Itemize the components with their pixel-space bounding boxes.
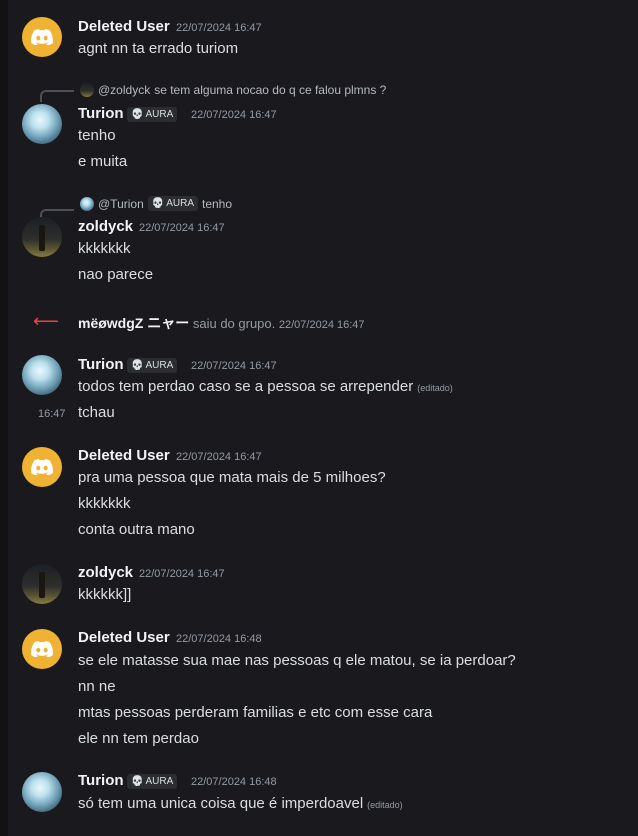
discord-logo-icon (31, 641, 53, 657)
message-author[interactable]: Turion (78, 772, 124, 789)
message-timestamp: 22/07/2024 16:47 (176, 451, 262, 463)
skull-icon: 💀 (131, 776, 144, 787)
discord-logo-icon (31, 459, 53, 475)
avatar[interactable] (22, 772, 62, 812)
message-text: só tem uma unica coisa que é imperdoavel… (78, 795, 403, 812)
skull-icon: 💀 (131, 109, 144, 120)
skull-icon: 💀 (151, 198, 165, 209)
message-author[interactable]: zoldyck (78, 564, 133, 581)
discord-logo-icon (31, 29, 53, 45)
reply-connector (40, 90, 74, 102)
message-author[interactable]: Turion (78, 105, 124, 122)
avatar[interactable] (22, 447, 62, 487)
system-user[interactable]: mëøwdgZ ニャー (78, 315, 189, 331)
system-message: mëøwdgZ ニャー saiu do grupo. 22/07/2024 16… (78, 313, 365, 333)
reply-preview[interactable]: @Turion 💀 AURA tenho (80, 196, 232, 211)
message-text: tenho (78, 127, 116, 144)
message-timestamp: 22/07/2024 16:47 (139, 568, 225, 580)
reply-preview[interactable]: @zoldyck se tem alguma nocao do q ce fal… (80, 83, 386, 97)
message-text: kkkkkkk (78, 240, 131, 257)
message-timestamp: 22/07/2024 16:47 (191, 360, 277, 372)
message-text: e muita (78, 153, 128, 170)
avatar[interactable] (22, 104, 62, 144)
avatar[interactable] (22, 217, 62, 257)
message-author[interactable]: zoldyck (78, 218, 133, 235)
message-author[interactable]: Deleted User (78, 447, 170, 464)
reply-text: tenho (202, 196, 233, 211)
role-badge[interactable]: 💀 AURA (147, 196, 198, 211)
message-text: todos tem perdao caso se a pessoa se arr… (78, 378, 453, 395)
role-badge[interactable]: 💀 AURA (127, 358, 178, 373)
message-text: se ele matasse sua mae nas pessoas q ele… (78, 652, 516, 669)
avatar[interactable] (22, 355, 62, 395)
system-action: saiu do grupo. (192, 316, 276, 331)
message-text: nn ne (78, 678, 116, 695)
badge-label: AURA (145, 776, 174, 787)
message-text-content: só tem uma unica coisa que é imperdoavel (78, 795, 364, 812)
reply-text: se tem alguma nocao do q ce falou plmns … (154, 83, 387, 97)
message-author[interactable]: Deleted User (78, 629, 170, 646)
message-text: tchau (78, 404, 115, 421)
message-timestamp: 22/07/2024 16:48 (176, 633, 262, 645)
system-timestamp: 22/07/2024 16:47 (278, 319, 365, 331)
message-text: agnt nn ta errado turiom (78, 40, 239, 57)
message-timestamp: 22/07/2024 16:47 (139, 222, 225, 234)
reply-author: @zoldyck (98, 83, 151, 97)
reply-author: @Turion (98, 196, 144, 211)
message-text: ele nn tem perdao (78, 730, 199, 747)
badge-label: AURA (145, 109, 174, 120)
message-text: kkkkkkk (78, 495, 131, 512)
message-author[interactable]: Turion (78, 356, 124, 373)
badge-label: AURA (145, 360, 174, 371)
message-timestamp: 22/07/2024 16:48 (191, 776, 277, 788)
message-text-content: todos tem perdao caso se a pessoa se arr… (78, 378, 414, 395)
left-edge-strip (0, 0, 8, 836)
edited-label: (editado) (367, 800, 403, 810)
badge-label: AURA (166, 198, 194, 209)
avatar[interactable] (22, 564, 62, 604)
message-text: pra uma pessoa que mata mais de 5 milhoe… (78, 469, 386, 486)
edited-label: (editado) (417, 383, 453, 393)
skull-icon: 💀 (131, 360, 144, 371)
message-text: nao parece (78, 266, 154, 283)
message-author[interactable]: Deleted User (78, 18, 170, 35)
message-text: mtas pessoas perderam familias e etc com… (78, 704, 433, 721)
avatar[interactable] (22, 17, 62, 57)
message-timestamp: 22/07/2024 16:47 (176, 22, 262, 34)
reply-avatar (80, 83, 94, 97)
arrow-left-icon: ⟵ (33, 311, 59, 331)
role-badge[interactable]: 💀 AURA (127, 774, 178, 789)
role-badge[interactable]: 💀 AURA (127, 107, 178, 122)
message-text: kkkkkk]] (78, 586, 132, 603)
avatar[interactable] (22, 629, 62, 669)
hover-timestamp: 16:47 (38, 408, 66, 420)
message-text: conta outra mano (78, 521, 195, 538)
reply-avatar (80, 196, 94, 211)
message-timestamp: 22/07/2024 16:47 (191, 109, 277, 121)
